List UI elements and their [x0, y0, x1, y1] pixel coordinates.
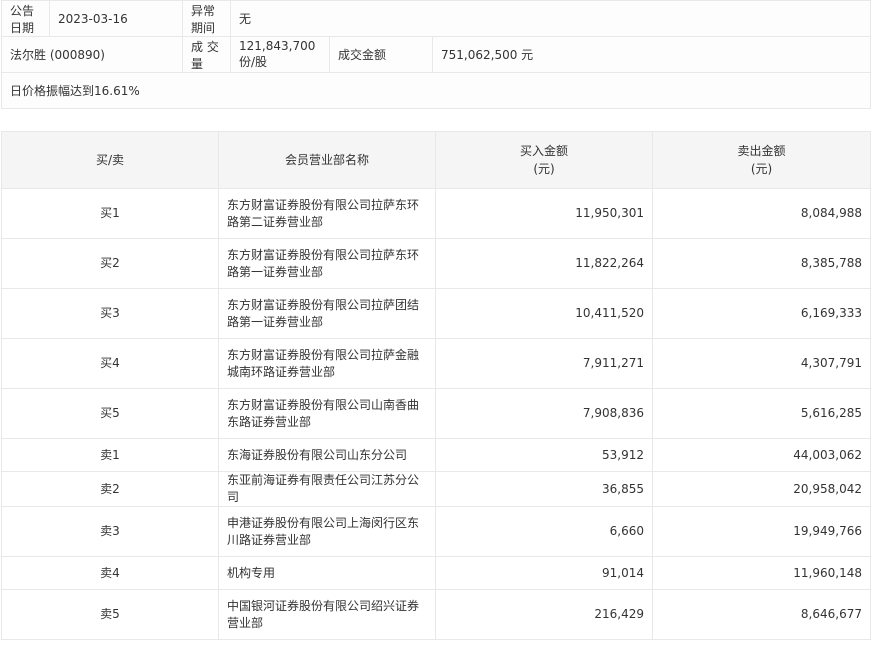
amount: 751,062,500 元 — [432, 36, 871, 73]
cell-side: 卖1 — [1, 438, 219, 472]
cell-side: 买4 — [1, 338, 219, 389]
cell-side: 卖4 — [1, 556, 219, 590]
cell-side: 买1 — [1, 188, 219, 239]
cell-sell: 19,949,766 — [652, 506, 871, 557]
abnormal-period: 无 — [230, 0, 871, 37]
cell-buy: 7,908,836 — [435, 388, 653, 439]
announce-date-label: 公告日期 — [1, 0, 50, 37]
header-buy: 买入金额 (元) — [435, 131, 653, 189]
table-row: 卖4 机构专用 91,014 11,960,148 — [1, 556, 871, 590]
table-row: 买3 东方财富证券股份有限公司拉萨团结路第一证券营业部 10,411,520 6,16… — [1, 288, 871, 339]
reason: 日价格振幅达到16.61% — [1, 72, 871, 109]
header-branch: 会员营业部名称 — [218, 131, 436, 189]
table-row: 卖2 东亚前海证券有限责任公司江苏分公司 36,855 20,958,042 — [1, 471, 871, 507]
cell-buy: 6,660 — [435, 506, 653, 557]
header-side: 买/卖 — [1, 131, 219, 189]
cell-branch: 申港证券股份有限公司上海闵行区东川路证券营业部 — [218, 506, 436, 557]
table-row: 买4 东方财富证券股份有限公司拉萨金融城南环路证券营业部 7,911,271 4,30… — [1, 338, 871, 389]
cell-side: 卖3 — [1, 506, 219, 557]
cell-sell: 6,169,333 — [652, 288, 871, 339]
cell-side: 买2 — [1, 238, 219, 289]
cell-sell: 4,307,791 — [652, 338, 871, 389]
cell-buy: 10,411,520 — [435, 288, 653, 339]
cell-buy: 11,950,301 — [435, 188, 653, 239]
cell-sell: 8,084,988 — [652, 188, 871, 239]
cell-branch: 东海证券股份有限公司山东分公司 — [218, 438, 436, 472]
table-row: 买1 东方财富证券股份有限公司拉萨东环路第二证券营业部 11,950,301 8,08… — [1, 188, 871, 239]
cell-side: 卖5 — [1, 589, 219, 640]
cell-buy: 53,912 — [435, 438, 653, 472]
cell-sell: 20,958,042 — [652, 471, 871, 507]
cell-buy: 11,822,264 — [435, 238, 653, 289]
stock-name: 法尔胜 (000890) — [1, 36, 183, 73]
cell-branch: 机构专用 — [218, 556, 436, 590]
cell-branch: 东方财富证券股份有限公司拉萨团结路第一证券营业部 — [218, 288, 436, 339]
volume: 121,843,700 份/股 — [230, 36, 330, 73]
abnormal-period-label: 异常期间 — [182, 0, 231, 37]
table-row: 卖1 东海证券股份有限公司山东分公司 53,912 44,003,062 — [1, 438, 871, 472]
cell-sell: 44,003,062 — [652, 438, 871, 472]
cell-buy: 7,911,271 — [435, 338, 653, 389]
cell-side: 卖2 — [1, 471, 219, 507]
cell-sell: 8,646,677 — [652, 589, 871, 640]
cell-branch: 东方财富证券股份有限公司山南香曲东路证券营业部 — [218, 388, 436, 439]
announce-date: 2023-03-16 — [49, 0, 183, 37]
table-row: 卖5 中国银河证券股份有限公司绍兴证券营业部 216,429 8,646,677 — [1, 589, 871, 640]
cell-branch: 东亚前海证券有限责任公司江苏分公司 — [218, 471, 436, 507]
table-row: 买5 东方财富证券股份有限公司山南香曲东路证券营业部 7,908,836 5,616,… — [1, 388, 871, 439]
table-row: 卖3 申港证券股份有限公司上海闵行区东川路证券营业部 6,660 19,949,766 — [1, 506, 871, 557]
cell-sell: 11,960,148 — [652, 556, 871, 590]
cell-branch: 东方财富证券股份有限公司拉萨东环路第二证券营业部 — [218, 188, 436, 239]
volume-label: 成 交 量 — [182, 36, 231, 73]
cell-sell: 8,385,788 — [652, 238, 871, 289]
cell-buy: 216,429 — [435, 589, 653, 640]
cell-side: 买5 — [1, 388, 219, 439]
table-row: 买2 东方财富证券股份有限公司拉萨东环路第一证券营业部 11,822,264 8,38… — [1, 238, 871, 289]
trading-table: 买/卖 会员营业部名称 买入金额 (元) 卖出金额 (元) 买1 东方财富证券股份有限… — [1, 131, 871, 640]
cell-buy: 91,014 — [435, 556, 653, 590]
cell-sell: 5,616,285 — [652, 388, 871, 439]
cell-branch: 中国银河证券股份有限公司绍兴证券营业部 — [218, 589, 436, 640]
amount-label: 成交金额 — [329, 36, 433, 73]
cell-buy: 36,855 — [435, 471, 653, 507]
cell-side: 买3 — [1, 288, 219, 339]
info-table: 公告日期 2023-03-16 异常期间 无 法尔胜 (000890) 成 交 … — [1, 0, 871, 109]
header-sell: 卖出金额 (元) — [652, 131, 871, 189]
cell-branch: 东方财富证券股份有限公司拉萨金融城南环路证券营业部 — [218, 338, 436, 389]
cell-branch: 东方财富证券股份有限公司拉萨东环路第一证券营业部 — [218, 238, 436, 289]
